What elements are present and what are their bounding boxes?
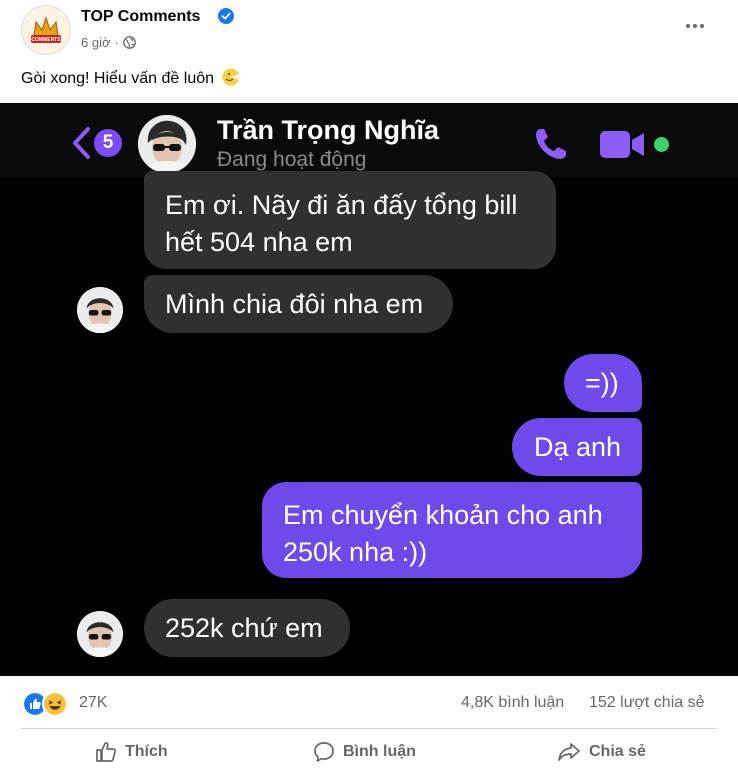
share-label: Chia sẻ: [589, 743, 646, 760]
share-button[interactable]: Chia sẻ: [557, 737, 646, 767]
post-meta: 6 giờ ·: [81, 35, 136, 50]
comments-count[interactable]: 4,8K bình luận: [461, 694, 564, 712]
post-time[interactable]: 6 giờ: [81, 35, 111, 50]
shares-count[interactable]: 152 lượt chia sẻ: [589, 694, 704, 712]
caption-text: Gòi xong! Hiểu vấn đề luôn: [21, 70, 215, 87]
sender-photo: [77, 287, 123, 333]
message-bubble-outgoing: =)): [564, 354, 642, 412]
globe-icon[interactable]: [123, 36, 136, 49]
meta-separator: ·: [114, 35, 119, 50]
back-arrow-icon[interactable]: [70, 125, 92, 161]
verified-badge-icon: [218, 8, 234, 24]
sender-avatar[interactable]: [77, 287, 123, 333]
reaction-count[interactable]: 27K: [79, 694, 107, 712]
like-label: Thích: [125, 743, 168, 760]
more-options-icon[interactable]: [682, 16, 708, 36]
chat-screenshot[interactable]: 5 Trần Trọng Nghĩa Đang hoạt động Em ơi.…: [0, 103, 738, 676]
page-name[interactable]: TOP Comments: [81, 8, 200, 26]
video-call-icon[interactable]: [598, 128, 648, 162]
svg-text:COMMENTS: COMMENTS: [31, 37, 61, 43]
contact-name[interactable]: Trần Trọng Nghĩa: [217, 115, 439, 146]
message-bubble-outgoing: Dạ anh: [512, 418, 642, 476]
post-actions: Thích Bình luận Chia sẻ: [0, 733, 738, 770]
divider: [21, 728, 717, 729]
online-status-dot: [654, 137, 669, 152]
contact-status: Đang hoạt động: [217, 148, 367, 171]
unread-badge: 5: [94, 129, 122, 157]
message-bubble-outgoing: Em chuyển khoản cho anh 250k nha :)): [262, 482, 642, 578]
reaction-icons[interactable]: [22, 691, 68, 717]
message-bubble-incoming: Em ơi. Nãy đi ăn đấy tổng bill hết 504 n…: [144, 171, 556, 269]
chat-header: 5 Trần Trọng Nghĩa Đang hoạt động: [0, 103, 738, 177]
like-button[interactable]: Thích: [95, 737, 168, 767]
engagement-stats: 27K 4,8K bình luận 152 lượt chia sẻ: [0, 686, 738, 722]
page-avatar[interactable]: COMMENTS: [21, 5, 71, 55]
contact-photo: [138, 115, 196, 173]
comment-button[interactable]: Bình luận: [313, 737, 416, 767]
sender-photo: [77, 611, 123, 657]
post-caption: Gòi xong! Hiểu vấn đề luôn: [21, 68, 240, 88]
message-bubble-incoming: 252k chứ em: [144, 599, 350, 657]
wry-smile-emoji-icon: [222, 68, 240, 86]
contact-avatar[interactable]: [138, 115, 196, 173]
share-arrow-icon: [558, 743, 580, 761]
haha-reaction-icon: [42, 691, 68, 717]
thumbs-up-icon: [96, 742, 116, 762]
comment-label: Bình luận: [343, 743, 416, 760]
sender-avatar[interactable]: [77, 611, 123, 657]
phone-call-icon[interactable]: [532, 125, 570, 163]
post-header: COMMENTS TOP Comments 6 giờ ·: [0, 0, 738, 60]
top-comments-logo: COMMENTS: [22, 6, 70, 54]
message-bubble-incoming: Mình chia đôi nha em: [144, 275, 453, 333]
comment-bubble-icon: [314, 742, 334, 762]
